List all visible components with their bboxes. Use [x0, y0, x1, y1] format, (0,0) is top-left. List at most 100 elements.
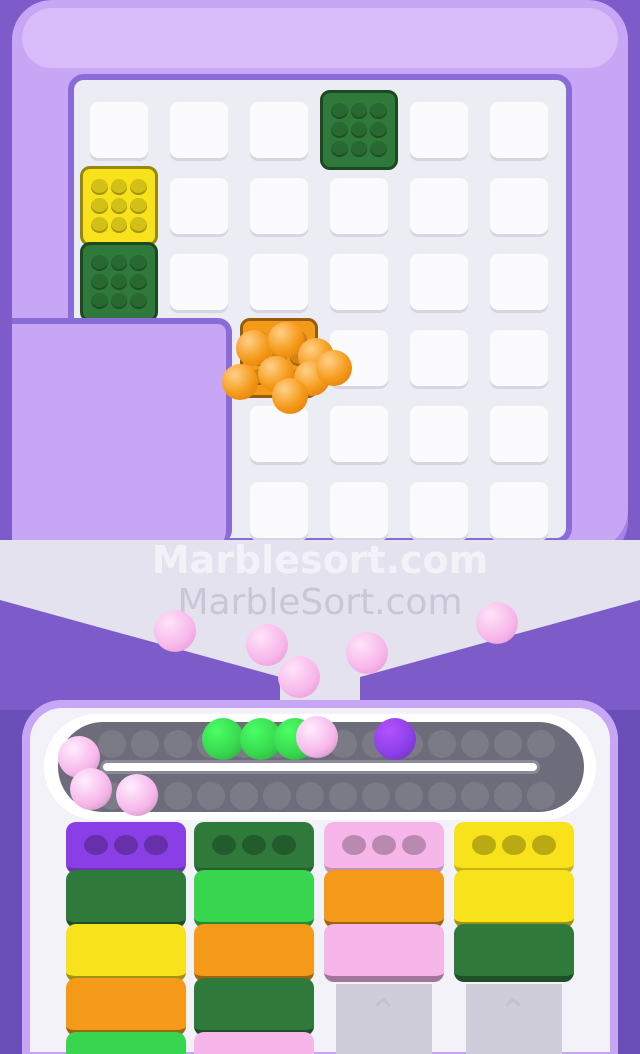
tray-pink[interactable] [324, 924, 444, 982]
pink-marble [278, 656, 320, 698]
watermark-text: Marblesort.com [151, 538, 489, 582]
block-marble [331, 141, 348, 157]
board-cell [490, 254, 548, 310]
block-marble [91, 217, 108, 233]
block-marble [370, 103, 387, 119]
orange-marble [272, 378, 308, 414]
board-cell [410, 482, 468, 538]
marble-block-yellow[interactable] [80, 166, 158, 246]
tray-green[interactable] [454, 924, 574, 982]
conveyor-slot [527, 782, 555, 810]
board-cell [90, 102, 148, 158]
tray-hole [472, 835, 496, 855]
board-cell [410, 102, 468, 158]
tray-hole [402, 835, 426, 855]
conveyor-slot [263, 782, 291, 810]
conveyor-rail [100, 760, 540, 774]
block-marble [110, 217, 128, 233]
board-cell [410, 178, 468, 234]
block-marble [331, 103, 348, 119]
tray-orange[interactable] [194, 924, 314, 982]
board-cell [410, 406, 468, 462]
conveyor-marble-pink [296, 716, 338, 758]
tray-head-purple[interactable] [66, 822, 186, 874]
conveyor-slot [494, 730, 522, 758]
conveyor-marble-pink [116, 774, 158, 816]
block-marble [110, 255, 128, 271]
conveyor-slot [461, 730, 489, 758]
block-marble [130, 293, 147, 309]
chevron-up-icon: ⌃ [498, 992, 529, 1033]
block-marble [350, 103, 368, 119]
orange-marble [316, 350, 352, 386]
tray-yellow[interactable] [66, 924, 186, 982]
board-cell [490, 482, 548, 538]
board-cell [490, 178, 548, 234]
block-marble [110, 179, 128, 195]
block-marble [110, 198, 128, 214]
conveyor-slot [197, 782, 225, 810]
tray-hole [144, 835, 168, 855]
block-marble [130, 274, 147, 290]
board-cell [490, 102, 548, 158]
board-cell [250, 102, 308, 158]
conveyor-marble-pink [70, 768, 112, 810]
pink-marble [246, 624, 288, 666]
tray-hole [212, 835, 236, 855]
tray-head-green[interactable] [194, 822, 314, 874]
tray-hole [84, 835, 108, 855]
block-marble [130, 255, 147, 271]
block-marble [350, 122, 368, 138]
board-cell [170, 254, 228, 310]
conveyor-slot [329, 782, 357, 810]
orange-marble [222, 364, 258, 400]
block-marble [331, 122, 348, 138]
conveyor-marble-bright_green [202, 718, 244, 760]
board-cell [490, 330, 548, 386]
marble-block-green[interactable] [80, 242, 158, 322]
conveyor-slot [461, 782, 489, 810]
conveyor-slot [428, 782, 456, 810]
board-cell [170, 178, 228, 234]
board-frame-highlight [22, 8, 618, 68]
tray-yellow[interactable] [454, 870, 574, 928]
board-cell [330, 178, 388, 234]
conveyor-slot [428, 730, 456, 758]
conveyor-slot [296, 782, 324, 810]
board-cell [250, 482, 308, 538]
block-marble [350, 141, 368, 157]
tray-hole [372, 835, 396, 855]
tray-orange[interactable] [66, 978, 186, 1036]
conveyor-slot [131, 730, 159, 758]
tray-green[interactable] [66, 870, 186, 928]
conveyor-slot [164, 782, 192, 810]
board-cell [250, 406, 308, 462]
block-marble [91, 293, 108, 309]
board-cell [330, 406, 388, 462]
watermark-text-secondary: MarbleSort.com [177, 582, 463, 623]
block-marble [370, 122, 387, 138]
pink-marble [346, 632, 388, 674]
block-marble [91, 179, 108, 195]
block-marble [110, 274, 128, 290]
tray-hole [342, 835, 366, 855]
tray-head-pink[interactable] [324, 822, 444, 874]
block-marble [130, 217, 147, 233]
tray-bright_green[interactable] [194, 870, 314, 928]
block-marble [110, 293, 128, 309]
tray-green[interactable] [194, 978, 314, 1036]
conveyor-slot [395, 782, 423, 810]
board-cell [170, 102, 228, 158]
block-marble [91, 274, 108, 290]
tray-pink[interactable] [194, 1032, 314, 1054]
conveyor-marble-purple [374, 718, 416, 760]
block-marble [91, 198, 108, 214]
tray-bright_green[interactable] [66, 1032, 186, 1054]
tray-orange[interactable] [324, 870, 444, 928]
board-cell [490, 406, 548, 462]
conveyor-slot [527, 730, 555, 758]
marble-block-green[interactable] [320, 90, 398, 170]
tray-hole [242, 835, 266, 855]
tray-head-yellow[interactable] [454, 822, 574, 874]
chevron-up-icon: ⌃ [368, 992, 399, 1033]
